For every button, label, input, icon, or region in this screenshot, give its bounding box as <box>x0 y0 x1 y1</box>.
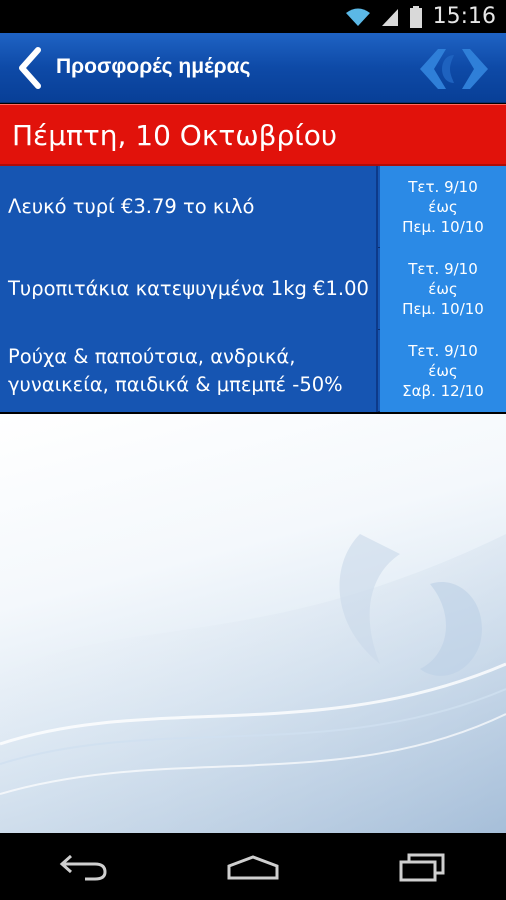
offer-description-cell: Ρούχα & παπούτσια, ανδρικά, γυναικεία, π… <box>0 330 378 412</box>
offer-date-from: Τετ. 9/10 <box>408 178 478 196</box>
offer-dates-cell: Τετ. 9/10 έως Σαβ. 12/10 <box>380 330 506 412</box>
background-swoosh <box>0 534 506 833</box>
offer-row[interactable]: Τυροπιτάκια κατεψυγμένα 1kg €1.00 Τετ. 9… <box>0 248 506 330</box>
offer-date-separator: έως <box>428 362 458 380</box>
offer-date-from: Τετ. 9/10 <box>408 342 478 360</box>
status-time: 15:16 <box>432 4 496 29</box>
offer-row[interactable]: Ρούχα & παπούτσια, ανδρικά, γυναικεία, π… <box>0 330 506 412</box>
date-text: Πέμπτη, 10 Οκτωβρίου <box>12 119 338 152</box>
offer-date-from: Τετ. 9/10 <box>408 260 478 278</box>
signal-icon <box>381 8 398 26</box>
system-nav-bar <box>0 833 506 900</box>
chevron-left-icon <box>19 47 41 89</box>
date-banner: Πέμπτη, 10 Οκτωβρίου <box>0 104 506 166</box>
recents-nav-icon <box>399 853 445 881</box>
offer-description: Λευκό τυρί €3.79 το κιλό <box>8 195 255 218</box>
offer-date-to: Σαβ. 12/10 <box>402 382 484 400</box>
offer-date-to: Πεμ. 10/10 <box>402 218 484 236</box>
status-icons: 15:16 <box>345 0 506 33</box>
offer-description: Τυροπιτάκια κατεψυγμένα 1kg €1.00 <box>8 277 369 300</box>
offer-description: Ρούχα & παπούτσια, ανδρικά, γυναικεία, π… <box>8 345 343 396</box>
offer-date-separator: έως <box>428 280 458 298</box>
back-nav-icon <box>60 854 107 880</box>
offer-dates-cell: Τετ. 9/10 έως Πεμ. 10/10 <box>380 248 506 330</box>
app-header: Προσφορές ημέρας <box>0 33 506 103</box>
home-nav-icon <box>227 854 279 879</box>
offer-description-cell: Λευκό τυρί €3.79 το κιλό <box>0 166 378 248</box>
wifi-icon <box>345 8 370 26</box>
battery-icon <box>409 5 422 28</box>
offer-date-to: Πεμ. 10/10 <box>402 300 484 318</box>
offer-description-cell: Τυροπιτάκια κατεψυγμένα 1kg €1.00 <box>0 248 378 330</box>
offers-list: Λευκό τυρί €3.79 το κιλό Τετ. 9/10 έως Π… <box>0 166 506 412</box>
carrefour-logo <box>420 49 488 89</box>
nav-back-button[interactable] <box>44 842 124 892</box>
offer-row[interactable]: Λευκό τυρί €3.79 το κιλό Τετ. 9/10 έως Π… <box>0 166 506 248</box>
nav-recents-button[interactable] <box>382 842 462 892</box>
background-artwork <box>0 414 506 833</box>
offer-dates-cell: Τετ. 9/10 έως Πεμ. 10/10 <box>380 166 506 248</box>
nav-home-button[interactable] <box>213 842 293 892</box>
back-button[interactable] <box>8 43 50 93</box>
page-title: Προσφορές ημέρας <box>56 55 251 78</box>
offer-date-separator: έως <box>428 198 458 216</box>
status-bar: 15:16 <box>0 0 506 33</box>
